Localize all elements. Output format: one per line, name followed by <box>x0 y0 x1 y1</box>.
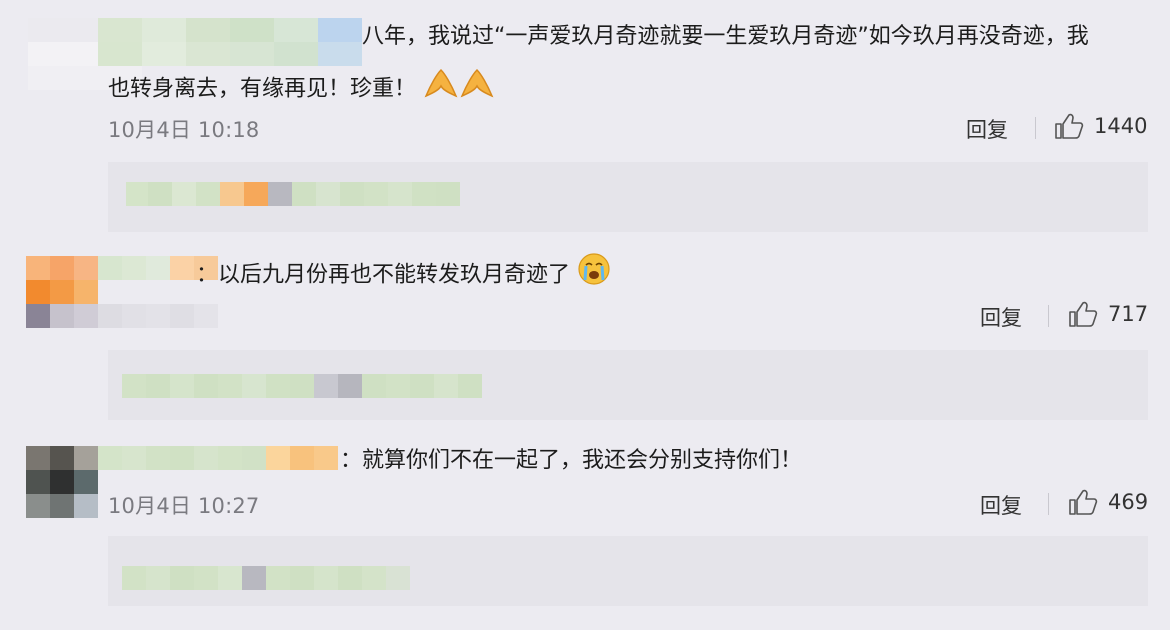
blurred-avatar[interactable] <box>26 256 98 328</box>
reply-preview-box[interactable] <box>108 350 1148 420</box>
crying-face-emoji <box>577 252 611 299</box>
blurred-avatar[interactable] <box>26 446 98 518</box>
comment-1: 八年，我说过“一声爱玖月奇迹就要一生爱玖月奇迹”如今玖月再没奇迹，我 也转身离去… <box>0 0 1170 240</box>
comment-text: ：以后九月份再也不能转发玖月奇迹了 <box>196 252 611 299</box>
reply-button[interactable]: 回复 <box>980 302 1022 332</box>
reply-button[interactable]: 回复 <box>980 490 1022 520</box>
comment-time: 10月4日 10:18 <box>108 118 260 142</box>
thumbs-up-icon[interactable] <box>1054 112 1084 144</box>
divider <box>1035 117 1036 139</box>
divider <box>1048 305 1049 327</box>
blurred-reply-text <box>122 566 410 590</box>
divider <box>1048 493 1049 515</box>
comment-text-line1: 八年，我说过“一声爱玖月奇迹就要一生爱玖月奇迹”如今玖月再没奇迹，我 <box>362 24 1089 49</box>
like-count: 1440 <box>1094 114 1148 138</box>
thumbs-up-icon[interactable] <box>1068 488 1098 520</box>
comment-text-line2: 也转身离去，有缘再见！珍重！ <box>108 66 497 113</box>
comment-text-content: ：以后九月份再也不能转发玖月奇迹了 <box>196 262 571 288</box>
like-count: 717 <box>1108 302 1149 326</box>
comment-3: ：就算你们不在一起了，我还会分别支持你们！ 10月4日 10:27 回复 469 <box>0 430 1170 630</box>
comment-text-line2-content: 也转身离去，有缘再见！珍重！ <box>108 76 417 102</box>
reply-button[interactable]: 回复 <box>966 114 1008 144</box>
comment-time: 10月4日 10:27 <box>108 494 260 518</box>
like-count: 469 <box>1108 490 1149 514</box>
reply-preview-box[interactable] <box>108 536 1148 606</box>
comment-2: ：以后九月份再也不能转发玖月奇迹了 回复 717 <box>0 240 1170 430</box>
reply-preview-box[interactable] <box>108 162 1148 232</box>
blurred-username[interactable] <box>98 446 338 470</box>
pray-hands-emoji <box>423 66 497 113</box>
comment-text: ：就算你们不在一起了，我还会分别支持你们！ <box>340 448 803 473</box>
blurred-reply-text <box>122 374 482 398</box>
blurred-reply-text <box>126 182 484 206</box>
thumbs-up-icon[interactable] <box>1068 300 1098 332</box>
